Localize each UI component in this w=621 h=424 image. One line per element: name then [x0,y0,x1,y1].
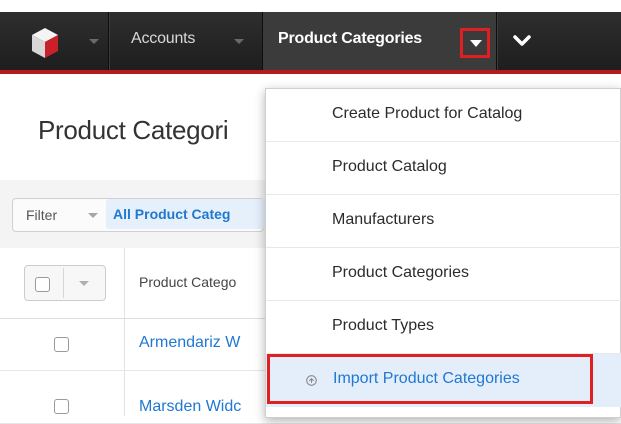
highlight-annotation-box [267,354,593,404]
caret-down-icon [470,40,482,47]
row-checkbox[interactable] [54,337,69,352]
nav-divider [108,12,109,70]
menu-item-product-catalog[interactable]: Product Catalog [266,142,621,195]
column-divider [124,248,125,416]
filter-value[interactable]: All Product Categ [113,206,230,222]
top-navbar: Accounts Product Categories [0,12,621,74]
column-header-name[interactable]: Product Catego [139,274,236,290]
filter-caret-icon[interactable] [88,213,98,218]
menu-item-product-categories[interactable]: Product Categories [266,248,621,301]
filter-label[interactable]: Filter [26,207,57,223]
sugarcube-logo-icon[interactable] [30,26,60,60]
tab-dropdown-button[interactable] [460,28,490,58]
menu-item-create-product-for-catalog[interactable]: Create Product for Catalog [266,89,621,142]
menu-item-manufacturers[interactable]: Manufacturers [266,195,621,248]
select-all-checkbox[interactable] [35,277,50,292]
divider [63,268,64,298]
menu-item-label[interactable]: Product Catalog [332,158,447,176]
nav-divider [496,12,497,70]
top-strip [0,0,621,12]
accounts-caret-icon[interactable] [234,39,244,44]
row-checkbox[interactable] [54,399,69,414]
tab-accounts[interactable]: Accounts [131,30,195,48]
chevron-down-icon[interactable] [512,32,532,50]
menu-item-label[interactable]: Product Categories [332,264,469,282]
select-all-caret-icon[interactable] [79,281,89,286]
menu-item-product-types[interactable]: Product Types [266,301,621,354]
menu-item-label[interactable]: Manufacturers [332,211,434,229]
navbar-accent-line [0,70,621,74]
logo-caret-icon[interactable] [89,39,99,44]
tab-product-categories-label[interactable]: Product Categories [278,30,422,48]
menu-item-label[interactable]: Product Types [332,317,434,335]
page-title: Product Categori [38,115,229,145]
row-name-link[interactable]: Armendariz W [139,334,240,352]
menu-item-label[interactable]: Create Product for Catalog [332,105,522,123]
row-name-link[interactable]: Marsden Widc [139,398,241,416]
